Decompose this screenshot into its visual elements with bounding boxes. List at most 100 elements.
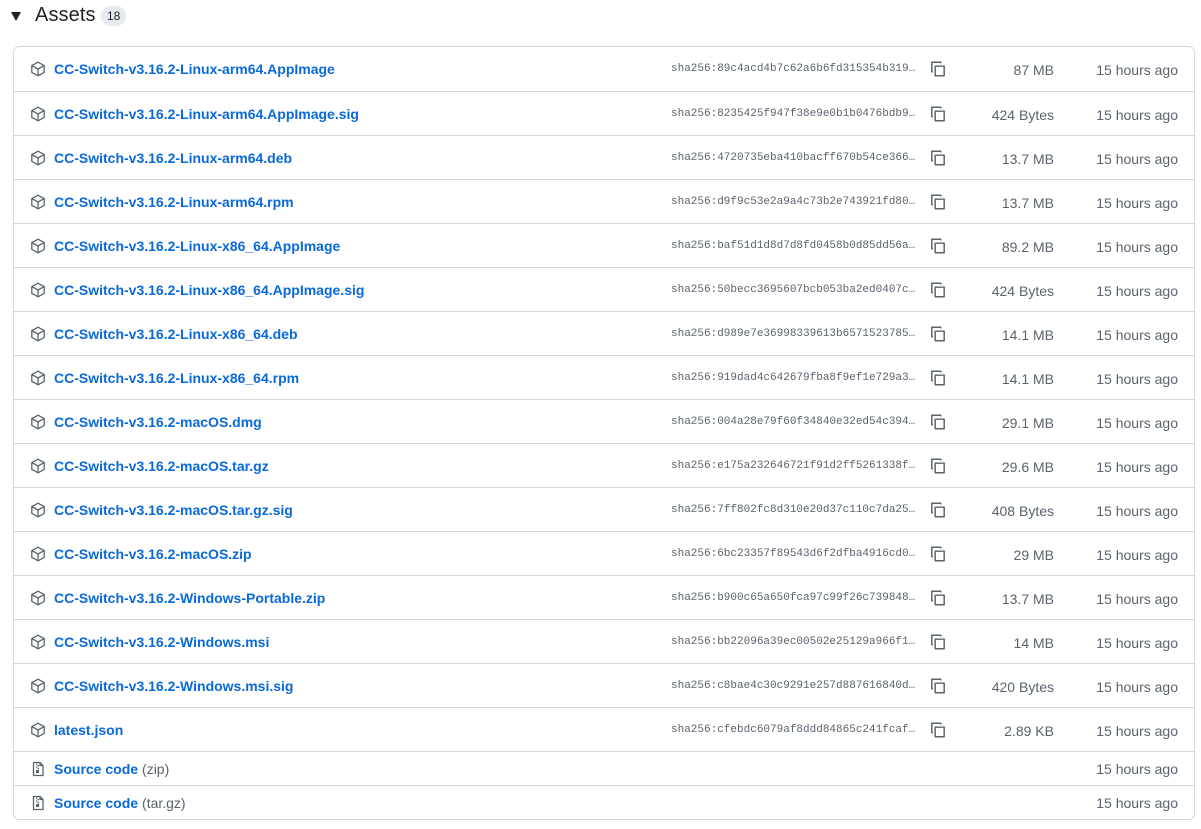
asset-sha256: sha256:baf51d1d8d7d8fd0458b0d85dd56a… (671, 240, 916, 252)
asset-name-link[interactable]: CC-Switch-v3.16.2-Linux-arm64.rpm (54, 194, 294, 210)
copy-icon[interactable] (929, 237, 947, 255)
asset-name-link[interactable]: CC-Switch-v3.16.2-macOS.zip (54, 546, 252, 562)
asset-time: 15 hours ago (1096, 151, 1178, 167)
asset-sha256: sha256:7ff802fc8d310e20d37c110c7da25… (671, 504, 916, 516)
asset-row: CC-Switch-v3.16.2-Windows-Portable.zip sh… (14, 575, 1194, 619)
copy-icon[interactable] (929, 589, 947, 607)
asset-time: 15 hours ago (1096, 62, 1178, 78)
asset-time: 15 hours ago (1096, 723, 1178, 739)
asset-time: 15 hours ago (1096, 195, 1178, 211)
asset-name-link[interactable]: CC-Switch-v3.16.2-macOS.tar.gz (54, 458, 269, 474)
triangle-down-icon[interactable] (11, 12, 21, 21)
asset-size: 29.6 MB (1001, 459, 1054, 475)
asset-row: CC-Switch-v3.16.2-Linux-arm64.rpm sha256:… (14, 179, 1194, 223)
asset-row: CC-Switch-v3.16.2-macOS.tar.gz sha256:e17… (14, 443, 1194, 487)
asset-row: CC-Switch-v3.16.2-Linux-arm64.deb sha256:… (14, 135, 1194, 179)
asset-name-link[interactable]: CC-Switch-v3.16.2-Linux-x86_64.AppImage (54, 238, 340, 254)
asset-row: CC-Switch-v3.16.2-macOS.tar.gz.sig sha256… (14, 487, 1194, 531)
assets-count-badge: 18 (101, 6, 127, 26)
asset-sha256: sha256:6bc23357f89543d6f2dfba4916cd0… (671, 548, 916, 560)
copy-icon[interactable] (929, 281, 947, 299)
copy-icon[interactable] (929, 325, 947, 343)
asset-size: 424 Bytes (991, 107, 1054, 123)
asset-time: 15 hours ago (1096, 239, 1178, 255)
copy-icon[interactable] (929, 633, 947, 651)
package-icon (30, 194, 46, 210)
source-code-format: (tar.gz) (142, 795, 186, 811)
package-icon (30, 61, 46, 77)
package-icon (30, 150, 46, 166)
copy-icon[interactable] (929, 60, 947, 78)
asset-name-link[interactable]: CC-Switch-v3.16.2-Linux-arm64.AppImage (54, 61, 335, 77)
copy-icon[interactable] (929, 677, 947, 695)
copy-icon[interactable] (929, 193, 947, 211)
package-icon (30, 282, 46, 298)
copy-icon[interactable] (929, 369, 947, 387)
source-code-time: 15 hours ago (1096, 761, 1178, 777)
source-code-time: 15 hours ago (1096, 795, 1178, 811)
copy-icon[interactable] (929, 501, 947, 519)
package-icon (30, 238, 46, 254)
package-icon (30, 458, 46, 474)
asset-row: CC-Switch-v3.16.2-Linux-x86_64.AppImage s… (14, 223, 1194, 267)
asset-sha256: sha256:c8bae4c30c9291e257d887616840d… (671, 680, 916, 692)
source-code-label: Source code (54, 795, 139, 811)
asset-size: 29 MB (1013, 547, 1054, 563)
asset-row: CC-Switch-v3.16.2-Linux-arm64.AppImage.s… (14, 91, 1194, 135)
asset-name-link[interactable]: CC-Switch-v3.16.2-Windows-Portable.zip (54, 590, 325, 606)
asset-sha256: sha256:004a28e79f60f34840e32ed54c394… (671, 416, 916, 428)
source-code-link[interactable]: Source code (tar.gz) (54, 795, 186, 811)
asset-sha256: sha256:e175a232646721f91d2ff5261338f… (671, 460, 916, 472)
asset-time: 15 hours ago (1096, 415, 1178, 431)
asset-name-link[interactable]: CC-Switch-v3.16.2-Linux-x86_64.AppImage.… (54, 282, 364, 298)
asset-size: 13.7 MB (1001, 151, 1054, 167)
file-zip-icon (30, 795, 46, 811)
copy-icon[interactable] (929, 545, 947, 563)
package-icon (30, 502, 46, 518)
asset-name-link[interactable]: CC-Switch-v3.16.2-Linux-arm64.deb (54, 150, 292, 166)
asset-time: 15 hours ago (1096, 591, 1178, 607)
copy-icon[interactable] (929, 721, 947, 739)
asset-size: 408 Bytes (991, 503, 1054, 519)
asset-time: 15 hours ago (1096, 679, 1178, 695)
asset-name-link[interactable]: CC-Switch-v3.16.2-macOS.tar.gz.sig (54, 502, 293, 518)
copy-icon[interactable] (929, 149, 947, 167)
asset-name-link[interactable]: CC-Switch-v3.16.2-Windows.msi (54, 634, 269, 650)
asset-row: CC-Switch-v3.16.2-Windows.msi.sig sha256:… (14, 663, 1194, 707)
asset-name-link[interactable]: CC-Switch-v3.16.2-Linux-x86_64.deb (54, 326, 298, 342)
asset-time: 15 hours ago (1096, 635, 1178, 651)
asset-name-link[interactable]: CC-Switch-v3.16.2-Linux-x86_64.rpm (54, 370, 299, 386)
copy-icon[interactable] (929, 413, 947, 431)
asset-row: CC-Switch-v3.16.2-Linux-x86_64.deb sha256… (14, 311, 1194, 355)
asset-name-link[interactable]: CC-Switch-v3.16.2-macOS.dmg (54, 414, 262, 430)
asset-row: CC-Switch-v3.16.2-Linux-x86_64.rpm sha256… (14, 355, 1194, 399)
package-icon (30, 634, 46, 650)
copy-icon[interactable] (929, 457, 947, 475)
asset-size: 14 MB (1013, 635, 1054, 651)
asset-sha256: sha256:d9f9c53e2a9a4c73b2e743921fd80… (671, 196, 916, 208)
file-zip-icon (30, 761, 46, 777)
asset-sha256: sha256:50becc3695607bcb053ba2ed0407c… (671, 284, 916, 296)
asset-time: 15 hours ago (1096, 283, 1178, 299)
asset-size: 13.7 MB (1001, 591, 1054, 607)
source-code-link[interactable]: Source code (zip) (54, 761, 169, 777)
source-code-label: Source code (54, 761, 139, 777)
asset-size: 424 Bytes (991, 283, 1054, 299)
asset-sha256: sha256:8235425f947f38e9e0b1b0476bdb9… (671, 108, 916, 120)
source-code-row: Source code (zip) 15 hours ago (14, 751, 1194, 785)
asset-sha256: sha256:cfebdc6079af8ddd84865c241fcaf… (671, 724, 916, 736)
asset-time: 15 hours ago (1096, 327, 1178, 343)
asset-size: 420 Bytes (991, 679, 1054, 695)
asset-name-link[interactable]: CC-Switch-v3.16.2-Windows.msi.sig (54, 678, 293, 694)
asset-time: 15 hours ago (1096, 459, 1178, 475)
asset-sha256: sha256:d989e7e36998339613b6571523785… (671, 328, 916, 340)
asset-name-link[interactable]: CC-Switch-v3.16.2-Linux-arm64.AppImage.s… (54, 106, 359, 122)
asset-row: latest.json sha256:cfebdc6079af8ddd84865c… (14, 707, 1194, 751)
asset-size: 89.2 MB (1001, 239, 1054, 255)
copy-icon[interactable] (929, 105, 947, 123)
package-icon (30, 106, 46, 122)
assets-title[interactable]: Assets (35, 4, 96, 27)
package-icon (30, 370, 46, 386)
asset-name-link[interactable]: latest.json (54, 722, 123, 738)
asset-size: 13.7 MB (1001, 195, 1054, 211)
